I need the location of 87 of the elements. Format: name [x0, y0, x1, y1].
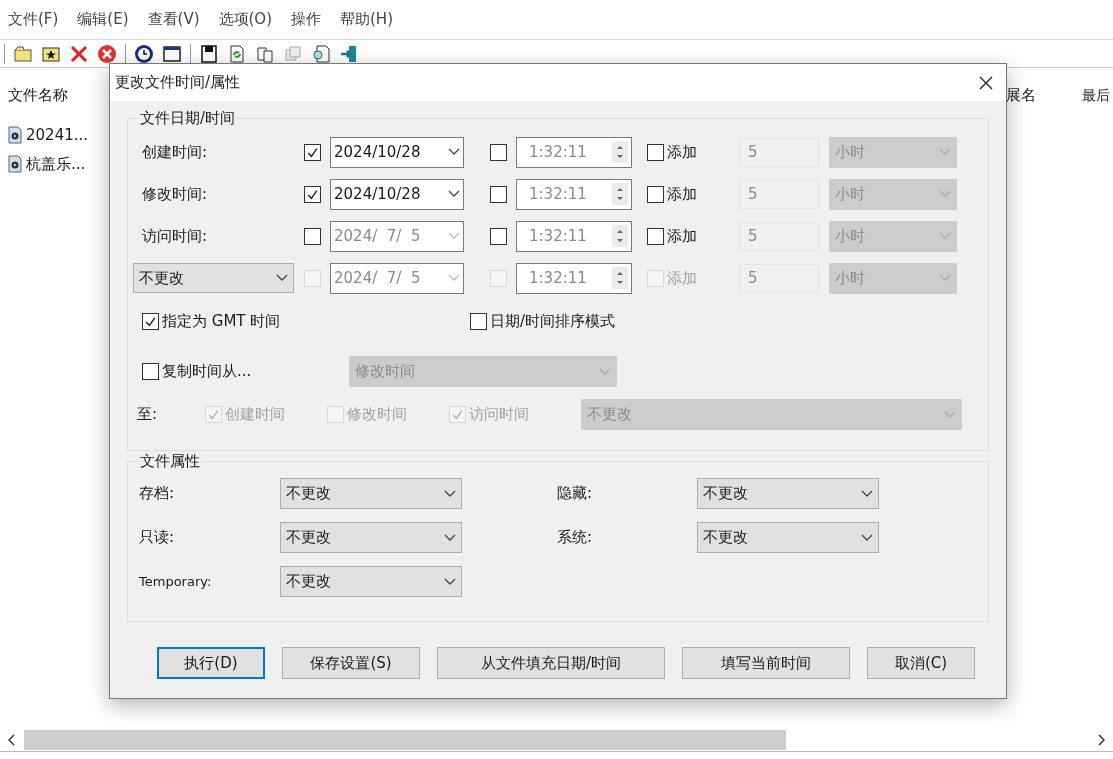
checkbox[interactable]	[647, 185, 664, 203]
media-file-icon	[8, 154, 22, 173]
chevron-down-icon	[444, 489, 456, 498]
column-header[interactable]: 展名	[1006, 83, 1082, 106]
menu-item[interactable]: 查看(V)	[147, 8, 200, 31]
menu-item[interactable]: 帮助(H)	[340, 8, 393, 31]
add-checkbox-label: 添加	[667, 183, 697, 205]
checkbox-label: 指定为 GMT 时间	[162, 310, 281, 332]
chevron-down-icon	[448, 190, 460, 198]
chevron-down-icon	[599, 367, 611, 376]
dialog-button[interactable]: 填写当前时间	[682, 647, 850, 679]
exit-door-icon[interactable]	[339, 43, 359, 64]
dialog-button[interactable]: 保存设置(S)	[282, 647, 420, 679]
dropdown[interactable]: 不更改	[697, 478, 879, 509]
field-label: 只读:	[139, 527, 176, 549]
checkbox[interactable]	[647, 227, 664, 245]
field-label: 隐藏:	[557, 483, 594, 505]
checkbox[interactable]	[490, 143, 507, 161]
dialog-title: 更改文件时间/属性	[115, 72, 241, 94]
dropdown[interactable]: 不更改	[697, 522, 879, 553]
clock-icon[interactable]	[134, 43, 154, 64]
checkbox[interactable]	[304, 143, 321, 161]
window-icon[interactable]	[162, 43, 182, 64]
x-mark-icon[interactable]	[69, 43, 89, 64]
file-name[interactable]: 20241...	[26, 124, 89, 147]
menu-item[interactable]: 文件(F)	[8, 8, 59, 31]
spinner-arrows-icon	[612, 141, 628, 163]
field-label: 至:	[137, 404, 159, 426]
dropdown[interactable]: 不更改	[280, 566, 462, 597]
chevron-down-icon	[276, 274, 288, 282]
chevron-down-icon	[939, 148, 951, 156]
group-title: 文件属性	[138, 451, 202, 471]
file-name[interactable]: 杭盖乐...	[26, 152, 86, 175]
checkbox[interactable]	[470, 312, 487, 330]
spinner-arrows-icon	[612, 183, 628, 205]
spinner-arrows-icon	[612, 267, 628, 289]
media-file-icon	[8, 126, 22, 145]
date-picker[interactable]: 2024/10/28	[330, 136, 464, 168]
checkbox-label: 修改时间	[347, 404, 407, 426]
checkbox[interactable]	[647, 143, 664, 161]
chevron-down-icon	[448, 148, 460, 156]
checkbox-label: 创建时间	[225, 404, 285, 426]
chevron-down-icon	[861, 533, 873, 542]
chevron-down-icon	[939, 274, 951, 282]
document-refresh-icon[interactable]	[227, 43, 247, 64]
add-checkbox-label: 添加	[667, 225, 697, 247]
dropdown[interactable]: 不更改	[280, 478, 462, 509]
chevron-down-icon	[939, 190, 951, 198]
field-label: Temporary:	[139, 572, 213, 591]
chevron-down-icon	[939, 232, 951, 240]
field-label: 修改时间:	[141, 183, 209, 205]
checkbox[interactable]	[490, 185, 507, 203]
menu-item[interactable]: 编辑(E)	[77, 8, 129, 31]
scrollbar-thumb[interactable]	[24, 729, 786, 750]
checkbox[interactable]	[142, 312, 159, 330]
dropdown[interactable]: 不更改	[280, 522, 462, 553]
menu-item[interactable]: 选项(O)	[218, 8, 272, 31]
date-picker[interactable]: 2024/10/28	[330, 178, 464, 210]
dialog-button[interactable]: 取消(C)	[867, 647, 975, 679]
close-circle-icon[interactable]	[97, 43, 117, 64]
field-label: 系统:	[557, 527, 594, 549]
checkbox-label: 复制时间从...	[162, 361, 252, 383]
column-header[interactable]: 最后	[1082, 85, 1110, 106]
chevron-down-icon	[448, 274, 460, 282]
checkbox-label: 日期/时间排序模式	[490, 310, 616, 332]
chevron-down-icon	[944, 410, 956, 419]
add-checkbox-label: 添加	[667, 141, 697, 163]
folder-icon[interactable]	[13, 43, 33, 64]
checkbox-label: 访问时间	[469, 404, 529, 426]
chevron-down-icon	[444, 577, 456, 586]
menu-item[interactable]: 操作	[291, 8, 321, 31]
checkbox[interactable]	[142, 363, 159, 380]
checkbox[interactable]	[490, 227, 507, 245]
dialog-button[interactable]: 从文件填充日期/时间	[437, 647, 665, 679]
chevron-down-icon	[444, 533, 456, 542]
checkbox[interactable]	[304, 185, 321, 203]
spinner-arrows-icon	[612, 225, 628, 247]
chevron-down-icon	[861, 489, 873, 498]
field-label: 访问时间:	[141, 225, 209, 247]
add-checkbox-label: 添加	[667, 267, 697, 289]
document-search-icon[interactable]	[311, 43, 331, 64]
dialog-button[interactable]: 执行(D)	[157, 647, 265, 679]
close-icon[interactable]	[978, 74, 994, 91]
field-label: 创建时间:	[141, 141, 209, 163]
chevron-down-icon	[448, 232, 460, 240]
group-title: 文件日期/时间	[138, 108, 238, 128]
field-label: 存档:	[139, 483, 176, 505]
